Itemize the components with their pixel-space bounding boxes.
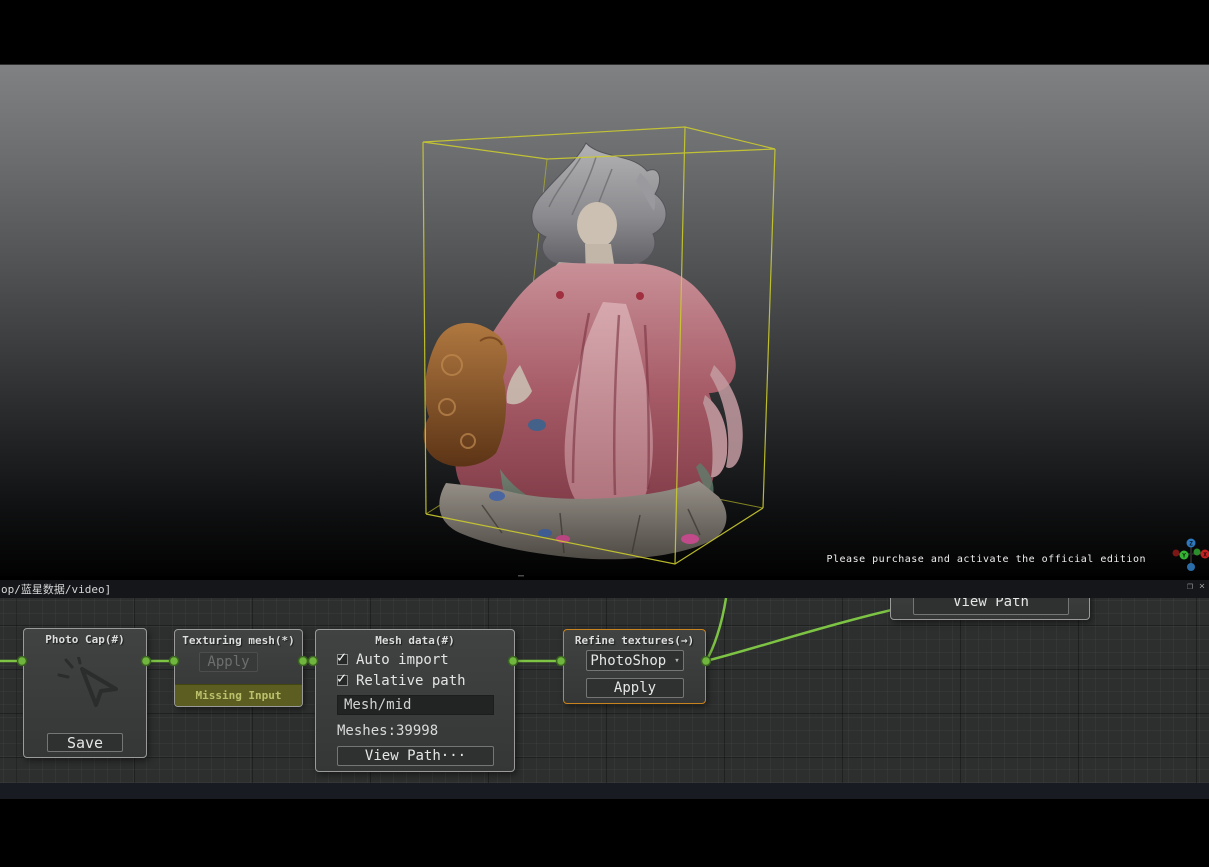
node-title: Mesh data(#) — [316, 630, 514, 647]
apply-button[interactable]: Apply — [586, 678, 684, 698]
restore-window-icon[interactable]: ❐ — [1187, 581, 1193, 592]
axis-x-label: X — [1203, 552, 1207, 559]
auto-import-checkbox[interactable]: ✓ Auto import — [337, 651, 449, 668]
format-dropdown[interactable]: PhotoShop ▾ — [586, 650, 684, 671]
checkbox-box[interactable]: ✓ — [337, 675, 348, 686]
mesh-path-field[interactable]: Mesh/mid — [337, 695, 494, 715]
statue-model — [424, 143, 743, 559]
application-window: X Y Z Please purchase and activate the o… — [0, 0, 1209, 867]
format-dropdown-value: PhotoShop — [590, 653, 666, 669]
node-title: Refine textures(→) — [564, 630, 705, 647]
license-notice: Please purchase and activate the officia… — [826, 554, 1146, 565]
node-mesh-data[interactable]: Mesh data(#) ✓ Auto import ✓ Relative pa… — [315, 629, 515, 772]
panel-tab[interactable]: op/蓝星数据/video] — [0, 581, 111, 597]
axis-neg-y-icon[interactable] — [1194, 549, 1201, 556]
bottom-strip — [0, 783, 1209, 799]
viewport-3d[interactable]: X Y Z Please purchase and activate the o… — [0, 64, 1209, 576]
cursor-click-icon — [24, 657, 146, 727]
missing-input-warning: Missing Input — [175, 684, 302, 706]
axis-z-label: Z — [1189, 541, 1193, 548]
node-texturing-mesh[interactable]: Texturing mesh(*) Apply Missing Input — [174, 629, 303, 707]
relative-path-label: Relative path — [356, 673, 466, 689]
axis-neg-z-icon[interactable] — [1187, 563, 1195, 571]
save-button[interactable]: Save — [47, 733, 123, 752]
node-title: Photo Cap(#) — [24, 629, 146, 646]
close-panel-icon[interactable]: × — [1199, 581, 1205, 592]
checkbox-box[interactable]: ✓ — [337, 654, 348, 665]
viewport-render: X Y Z — [0, 65, 1209, 577]
node-photo-cap[interactable]: Photo Cap(#) Save — [23, 628, 147, 758]
axis-neg-x-icon[interactable] — [1173, 550, 1180, 557]
view-path-button[interactable]: View Path — [913, 598, 1069, 615]
auto-import-label: Auto import — [356, 652, 449, 668]
orientation-gizmo[interactable]: X Y Z — [1173, 539, 1209, 572]
relative-path-checkbox[interactable]: ✓ Relative path — [337, 672, 466, 689]
mesh-count-label: Meshes:39998 — [337, 723, 438, 739]
node-editor-canvas[interactable]: Photo Cap(#) Save Texturing mesh(*) Appl… — [0, 598, 1209, 783]
view-path-button[interactable]: View Path··· — [337, 746, 494, 766]
checkmark-icon: ✓ — [337, 648, 346, 666]
panel-tab-bar: op/蓝星数据/video] ❐ × — [0, 580, 1209, 598]
node-refine-textures[interactable]: Refine textures(→) PhotoShop ▾ Apply — [563, 629, 706, 704]
chevron-down-icon: ▾ — [674, 656, 679, 666]
node-clipped-top[interactable]: View Path — [890, 598, 1090, 620]
axis-y-label: Y — [1182, 553, 1186, 560]
apply-button-disabled[interactable]: Apply — [199, 652, 258, 672]
node-title: Texturing mesh(*) — [175, 630, 302, 647]
checkmark-icon: ✓ — [337, 669, 346, 687]
